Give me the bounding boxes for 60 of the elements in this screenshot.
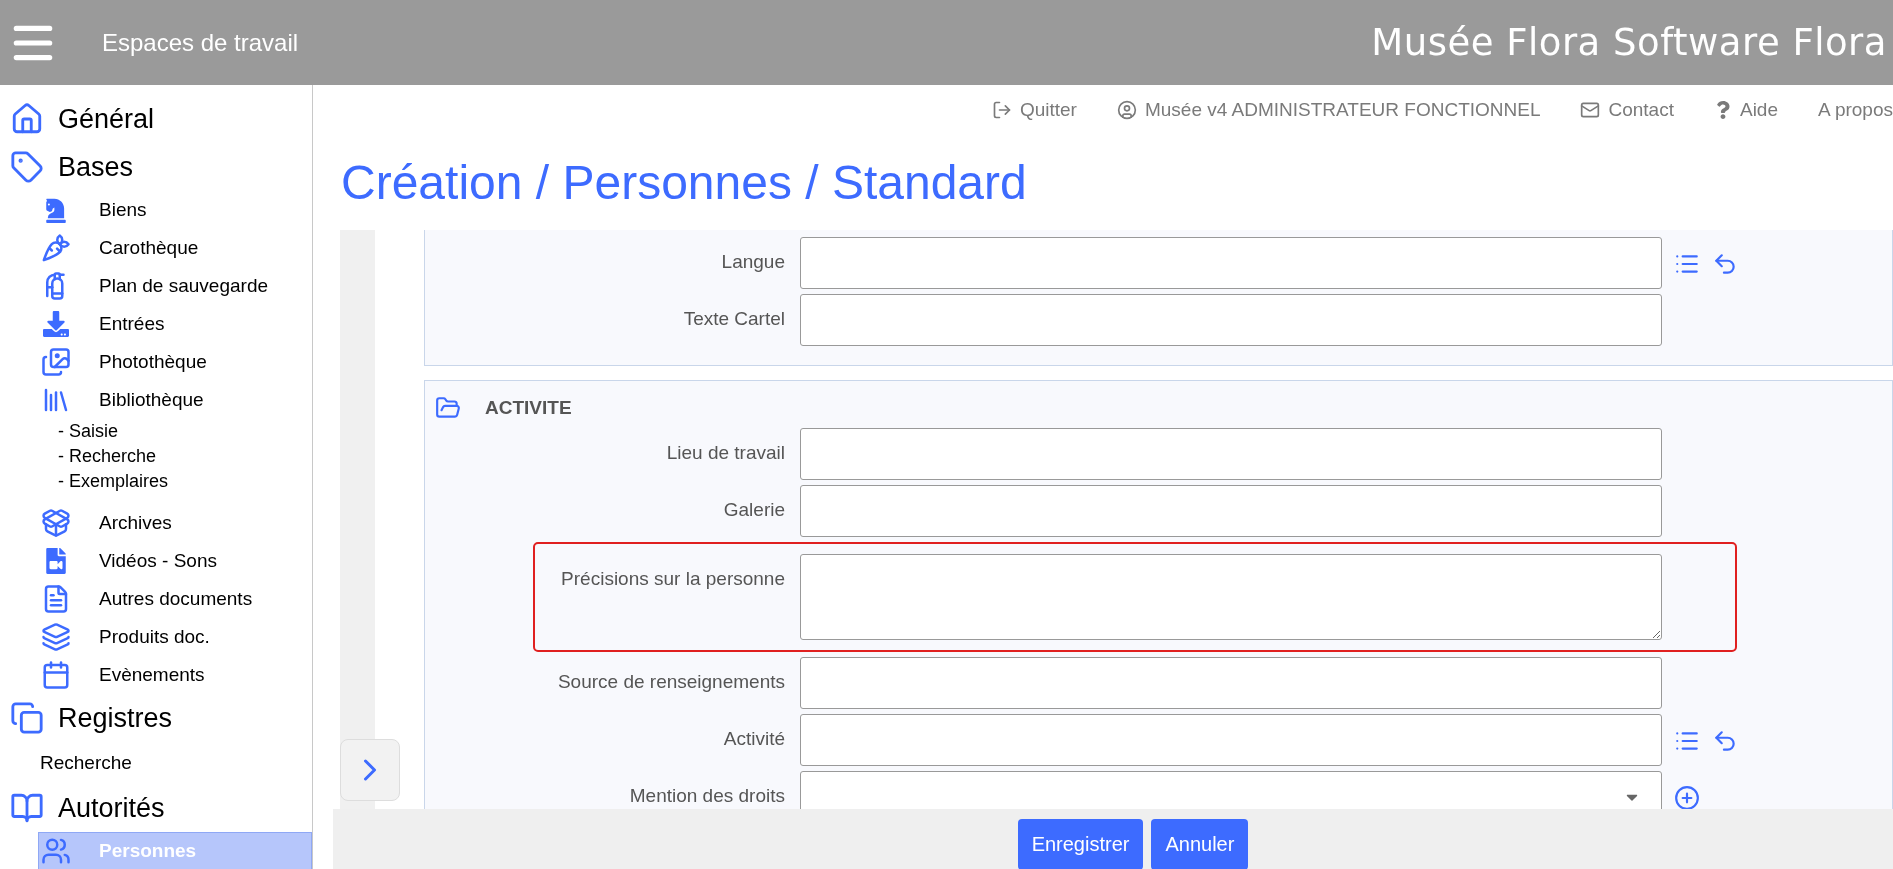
users-icon: [39, 836, 73, 866]
sidebar-section[interactable]: Autorités: [0, 784, 312, 832]
sidebar-item[interactable]: Evènements: [38, 656, 312, 694]
add-button[interactable]: [1674, 785, 1700, 809]
tag-icon: [10, 148, 44, 186]
header-link[interactable]: Musée v4 ADMINISTRATEUR FONCTIONNEL: [1116, 99, 1541, 121]
form-button[interactable]: Annuler: [1151, 819, 1249, 869]
user-icon: [1116, 100, 1137, 120]
sidebar-item[interactable]: Bibliothèque: [38, 381, 312, 419]
brand-title: Musée Flora Software Flora: [1371, 21, 1887, 64]
field-label: Lieu de travail: [665, 441, 786, 464]
sidebar-link[interactable]: Recherche: [40, 750, 312, 776]
sidebar-item[interactable]: Archives: [38, 504, 312, 542]
mail-icon: [1580, 100, 1601, 120]
textarea-field[interactable]: [800, 554, 1662, 640]
undo-button[interactable]: [1712, 728, 1738, 754]
field-label: Texte Cartel: [682, 307, 786, 330]
sidebar-item[interactable]: Produits doc.: [38, 618, 312, 656]
expand-button[interactable]: [340, 739, 400, 801]
text-field[interactable]: [800, 294, 1662, 346]
field-label: Activité: [722, 727, 786, 750]
sidebar-item[interactable]: Entrées: [38, 305, 312, 343]
sidebar-item[interactable]: Plan de sauvegarde: [38, 267, 312, 305]
logout-icon: [991, 100, 1012, 120]
sidebar-sublink[interactable]: - Recherche: [58, 444, 312, 469]
form-button[interactable]: Enregistrer: [1017, 819, 1144, 869]
header-link[interactable]: Aide: [1713, 99, 1778, 121]
folder-icon: [435, 395, 461, 421]
text-field[interactable]: [800, 714, 1662, 766]
sidebar-section[interactable]: Général: [0, 95, 312, 143]
sidebar-item[interactable]: Autres documents: [38, 580, 312, 618]
sidebar-section[interactable]: Bases: [0, 143, 312, 191]
sidebar-sublink[interactable]: - Exemplaires: [58, 469, 312, 494]
text-field[interactable]: [800, 428, 1662, 480]
header-link[interactable]: Contact: [1580, 99, 1674, 121]
section-title: ACTIVITE: [485, 397, 572, 419]
header-link[interactable]: A propos: [1818, 99, 1893, 121]
stack-icon: [39, 622, 73, 652]
workspace-title: Espaces de travail: [102, 28, 299, 57]
text-field[interactable]: [800, 657, 1662, 709]
field-label: Mention des droits: [628, 784, 786, 807]
sidebar-section[interactable]: Registres: [0, 694, 312, 742]
field-label: Précisions sur la personne: [560, 567, 786, 590]
open-box-icon: [39, 508, 73, 538]
header-link[interactable]: Quitter: [991, 99, 1077, 121]
sidebar-item[interactable]: Biens: [38, 191, 312, 229]
field-label: Langue: [720, 250, 786, 273]
text-field[interactable]: [800, 485, 1662, 537]
copies-icon: [10, 699, 44, 737]
sidebar-item[interactable]: Carothèque: [38, 229, 312, 267]
sidebar-sublink[interactable]: - Saisie: [58, 419, 312, 444]
undo-button[interactable]: [1712, 251, 1738, 277]
sidebar-item[interactable]: Photothèque: [38, 343, 312, 381]
sidebar-item[interactable]: Vidéos - Sons: [38, 542, 312, 580]
text-field[interactable]: [800, 237, 1662, 289]
field-label: Galerie: [722, 498, 786, 521]
select-field[interactable]: [800, 771, 1662, 809]
page-title: Création / Personnes / Standard: [341, 155, 1028, 211]
images-icon: [39, 347, 73, 377]
field-label: Source de renseignements: [556, 670, 786, 693]
